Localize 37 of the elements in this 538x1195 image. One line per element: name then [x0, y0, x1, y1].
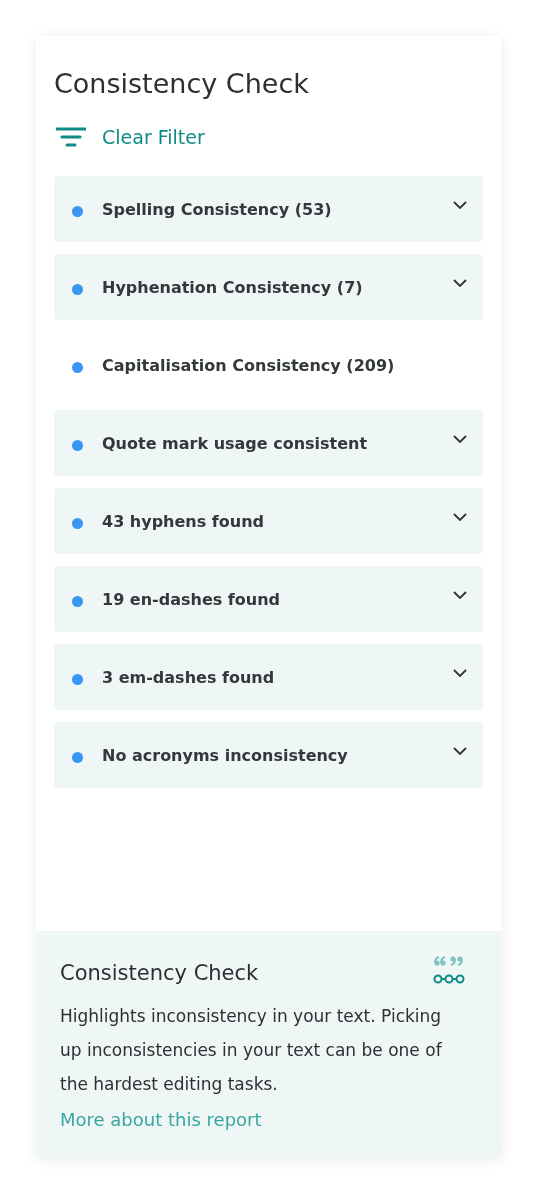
chevron-down-icon: [453, 747, 467, 755]
check-item[interactable]: 3 em-dashes found: [54, 644, 483, 710]
item-label: Capitalisation Consistency (209): [102, 355, 396, 375]
status-dot: [72, 517, 83, 529]
clear-filter-button[interactable]: Clear Filter: [54, 124, 209, 150]
chevron-down-icon: [453, 513, 467, 521]
chevron-down-icon: [453, 591, 467, 599]
check-item[interactable]: 43 hyphens found: [54, 488, 483, 554]
status-dot: [72, 673, 83, 685]
status-dot: [72, 283, 83, 295]
check-item[interactable]: Spelling Consistency (53): [54, 176, 483, 242]
quote-icon: [433, 955, 465, 985]
item-label: 19 en-dashes found: [102, 589, 281, 609]
status-dot: [72, 595, 83, 607]
item-label: Spelling Consistency (53): [102, 199, 333, 219]
info-description: Highlights inconsistency in your text. Picking up inconsistencies in your text can be one of the hardest editing tasks.: [60, 1005, 443, 1096]
status-dot: [72, 439, 83, 451]
status-dot: [72, 361, 83, 373]
check-item[interactable]: Hyphenation Consistency (7): [54, 254, 483, 320]
chevron-down-icon: [453, 669, 467, 677]
check-item[interactable]: 19 en-dashes found: [54, 566, 483, 632]
status-dot: [72, 205, 83, 217]
item-label: 3 em-dashes found: [102, 667, 276, 687]
filter-icon: [56, 127, 86, 147]
item-label: Hyphenation Consistency (7): [102, 277, 364, 297]
item-label: 43 hyphens found: [102, 511, 266, 531]
item-label: No acronyms inconsistency: [102, 745, 349, 765]
chevron-down-icon: [453, 435, 467, 443]
check-item[interactable]: No acronyms inconsistency: [54, 722, 483, 788]
item-label: Quote mark usage consistent: [102, 433, 369, 453]
check-item-label[interactable]: Capitalisation Consistency (209): [54, 332, 483, 398]
chevron-down-icon: [453, 201, 467, 209]
status-dot: [72, 751, 83, 763]
panel-title: Consistency Check: [54, 67, 310, 101]
info-title: Consistency Check: [60, 961, 259, 985]
check-item[interactable]: Quote mark usage consistent: [54, 410, 483, 476]
chevron-down-icon: [453, 279, 467, 287]
